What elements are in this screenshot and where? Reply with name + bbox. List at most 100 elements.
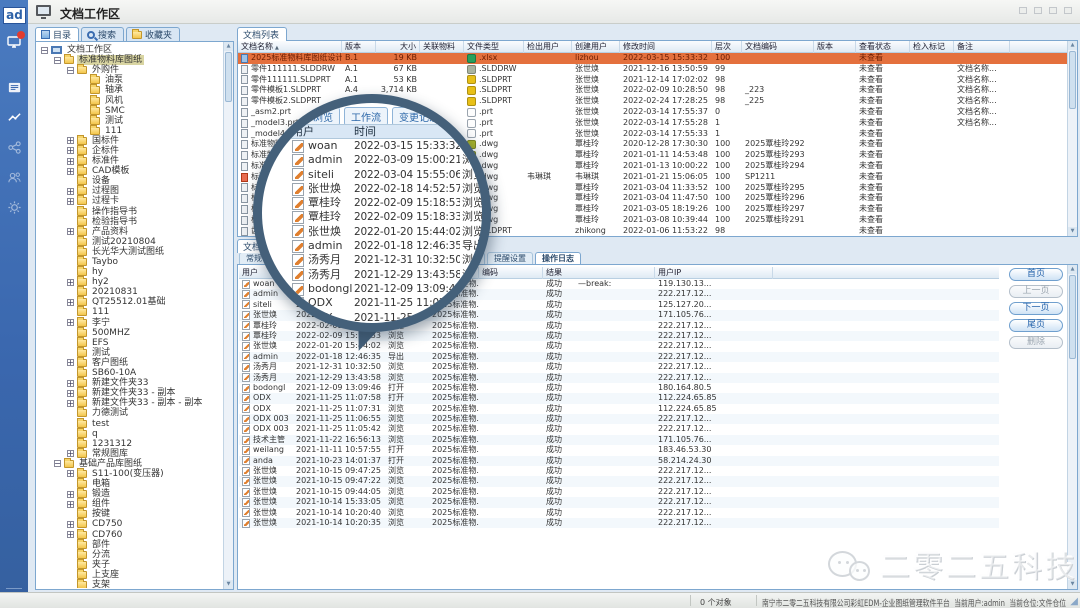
tree-item[interactable]: 检验指导书 bbox=[37, 217, 222, 227]
log-row[interactable]: ODX 0032021-11-25 11:06:55浏览2025标准物...成功… bbox=[239, 414, 999, 424]
expand-icon[interactable]: + bbox=[67, 158, 74, 165]
column-header-6[interactable]: 创建用户 bbox=[572, 41, 620, 53]
expand-icon[interactable]: + bbox=[67, 380, 74, 387]
log-row[interactable]: admin2022-01-18 12:46:35导出2025标准物...成功22… bbox=[239, 352, 999, 362]
collapse-icon[interactable]: − bbox=[41, 47, 48, 54]
tree-item[interactable]: −外购件 bbox=[37, 65, 222, 75]
scroll-thumb[interactable] bbox=[225, 52, 232, 102]
tree-item[interactable]: hy bbox=[37, 267, 222, 277]
log-column-header-6[interactable]: 用户IP bbox=[655, 267, 773, 279]
pager-button-尾页[interactable]: 尾页 bbox=[1009, 319, 1063, 332]
tree-item[interactable]: +标准件 bbox=[37, 156, 222, 166]
collapse-icon[interactable]: − bbox=[54, 57, 61, 64]
expand-icon[interactable]: + bbox=[67, 470, 74, 477]
scroll-thumb[interactable] bbox=[1069, 275, 1076, 359]
tree-item[interactable]: 111 bbox=[37, 126, 222, 136]
column-header-2[interactable]: 大小 bbox=[376, 41, 420, 53]
tree-item[interactable]: 上支座 bbox=[37, 570, 222, 580]
expand-icon[interactable]: + bbox=[67, 359, 74, 366]
app-logo[interactable]: ad bbox=[3, 7, 26, 24]
tree-item[interactable]: SMC bbox=[37, 106, 222, 116]
tree-item[interactable]: q bbox=[37, 429, 222, 439]
column-header-7[interactable]: 修改时间 bbox=[620, 41, 712, 53]
expand-icon[interactable]: + bbox=[67, 491, 74, 498]
tree-item[interactable]: +新建文件夹33 bbox=[37, 378, 222, 388]
pager-button-首页[interactable]: 首页 bbox=[1009, 268, 1063, 281]
tree-item[interactable]: −基础产品库图纸 bbox=[37, 459, 222, 469]
tree-item[interactable]: 操作指导书 bbox=[37, 207, 222, 217]
scroll-up-icon[interactable]: ▲ bbox=[1068, 265, 1077, 274]
log-row[interactable]: 张世焕2021-10-15 09:44:05浏览2025标准物...成功222.… bbox=[239, 487, 999, 497]
tree-item[interactable]: +锻造 bbox=[37, 489, 222, 499]
tree-item[interactable]: 111 bbox=[37, 307, 222, 317]
expand-icon[interactable]: + bbox=[67, 228, 74, 235]
tree-item[interactable]: Taybo bbox=[37, 257, 222, 267]
tree-item[interactable]: +QT25512.01基础 bbox=[37, 297, 222, 307]
log-column-header-4[interactable]: 编码 bbox=[479, 267, 543, 279]
tree-item[interactable]: 力德测试 bbox=[37, 408, 222, 418]
pager-button-下一页[interactable]: 下一页 bbox=[1009, 302, 1063, 315]
column-header-4[interactable]: 文件类型 bbox=[464, 41, 524, 53]
tree-item[interactable]: 按键 bbox=[37, 509, 222, 519]
table-row[interactable]: 2025标准物料库图纸设计开...B.119 KB.xlsxlizhou2022… bbox=[238, 53, 1077, 64]
chart-icon[interactable] bbox=[5, 108, 23, 126]
column-header-0[interactable]: 文档名称▲ bbox=[238, 41, 342, 53]
table-row[interactable]: 零件111111.SLDDRWA.167 KB.SLDDRW张世焕2021-12… bbox=[238, 64, 1077, 75]
document-scrollbar[interactable]: ▲ ▼ bbox=[1067, 41, 1077, 236]
tree-item[interactable]: 测试 bbox=[37, 348, 222, 358]
props-tab-提醒设置[interactable]: 提醒设置 bbox=[487, 252, 533, 264]
log-row[interactable]: 技术主管2021-11-22 16:56:13浏览2025标准物...成功171… bbox=[239, 435, 999, 445]
tree-item[interactable]: 20210831 bbox=[37, 287, 222, 297]
left-tab-收藏夹[interactable]: 收藏夹 bbox=[126, 27, 180, 41]
tree-item[interactable]: +CAD模板 bbox=[37, 166, 222, 176]
tree-item[interactable]: 500MHZ bbox=[37, 328, 222, 338]
log-row[interactable]: weilang2021-11-11 10:57:55打开2025标准物...成功… bbox=[239, 445, 999, 455]
tree-scrollbar[interactable]: ▲ ▼ bbox=[223, 42, 233, 589]
expand-icon[interactable]: + bbox=[67, 521, 74, 528]
left-tab-搜索[interactable]: 搜索 bbox=[81, 27, 124, 41]
tree-item[interactable]: 轴承 bbox=[37, 85, 222, 95]
expand-icon[interactable]: + bbox=[67, 168, 74, 175]
tree-item[interactable]: 1231312 bbox=[37, 439, 222, 449]
log-row[interactable]: 张世焕2021-10-14 15:33:05浏览2025标准物...成功222.… bbox=[239, 497, 999, 507]
tree-item[interactable]: +hy2 bbox=[37, 277, 222, 287]
tree-item[interactable]: 测试20210804 bbox=[37, 237, 222, 247]
maximize-button[interactable] bbox=[1049, 7, 1057, 14]
expand-icon[interactable]: + bbox=[67, 279, 74, 286]
column-header-3[interactable]: 关联物料 bbox=[420, 41, 464, 53]
log-row[interactable]: 张世焕2021-10-14 10:20:35浏览2025标准物...成功222.… bbox=[239, 518, 999, 528]
props-tab-操作日志[interactable]: 操作日志 bbox=[535, 252, 581, 264]
scroll-up-icon[interactable]: ▲ bbox=[224, 42, 233, 51]
expand-icon[interactable]: + bbox=[67, 147, 74, 154]
tree-item[interactable]: +过程卡 bbox=[37, 196, 222, 206]
tree-item[interactable]: 长光华大测试图纸 bbox=[37, 247, 222, 257]
log-row[interactable]: bodongl2021-12-09 13:09:46打开2025标准物...成功… bbox=[239, 383, 999, 393]
tree-item[interactable]: test bbox=[37, 418, 222, 428]
tree-item[interactable]: +李宁 bbox=[37, 318, 222, 328]
expand-icon[interactable]: + bbox=[67, 198, 74, 205]
users-icon[interactable] bbox=[5, 168, 23, 186]
resize-grip[interactable]: ◢ bbox=[1070, 597, 1078, 607]
minimize-button[interactable] bbox=[1019, 7, 1027, 14]
log-row[interactable]: 汤秀月2021-12-31 10:32:50浏览2025标准物...成功222.… bbox=[239, 362, 999, 372]
tree-item[interactable]: +新建文件夹33 - 副本 bbox=[37, 388, 222, 398]
tree-item[interactable]: 分流 bbox=[37, 550, 222, 560]
tree-item[interactable]: SB60-10A bbox=[37, 368, 222, 378]
tree-item[interactable]: +组件 bbox=[37, 499, 222, 509]
tree-item[interactable]: 设备 bbox=[37, 176, 222, 186]
tree-item[interactable]: +新建文件夹33 - 副本 - 副本 bbox=[37, 398, 222, 408]
tree-item[interactable]: +客户图纸 bbox=[37, 358, 222, 368]
column-header-13[interactable]: 备注 bbox=[954, 41, 1010, 53]
tree-item[interactable]: +CD750 bbox=[37, 519, 222, 529]
expand-icon[interactable]: + bbox=[67, 450, 74, 457]
tree-item[interactable]: +过程图 bbox=[37, 186, 222, 196]
expand-icon[interactable]: + bbox=[67, 137, 74, 144]
scroll-down-icon[interactable]: ▼ bbox=[224, 580, 233, 589]
tree-item[interactable]: −标准物料库图纸 bbox=[37, 55, 222, 65]
expand-icon[interactable]: + bbox=[67, 390, 74, 397]
log-row[interactable]: anda2021-10-23 14:01:37打开2025标准物...成功58.… bbox=[239, 456, 999, 466]
tree-item[interactable]: 测试 bbox=[37, 116, 222, 126]
tree-item[interactable]: +产品资料 bbox=[37, 227, 222, 237]
column-header-12[interactable]: 检入标记 bbox=[910, 41, 954, 53]
log-row[interactable]: ODX 0032021-11-25 11:05:42浏览2025标准物...成功… bbox=[239, 424, 999, 434]
